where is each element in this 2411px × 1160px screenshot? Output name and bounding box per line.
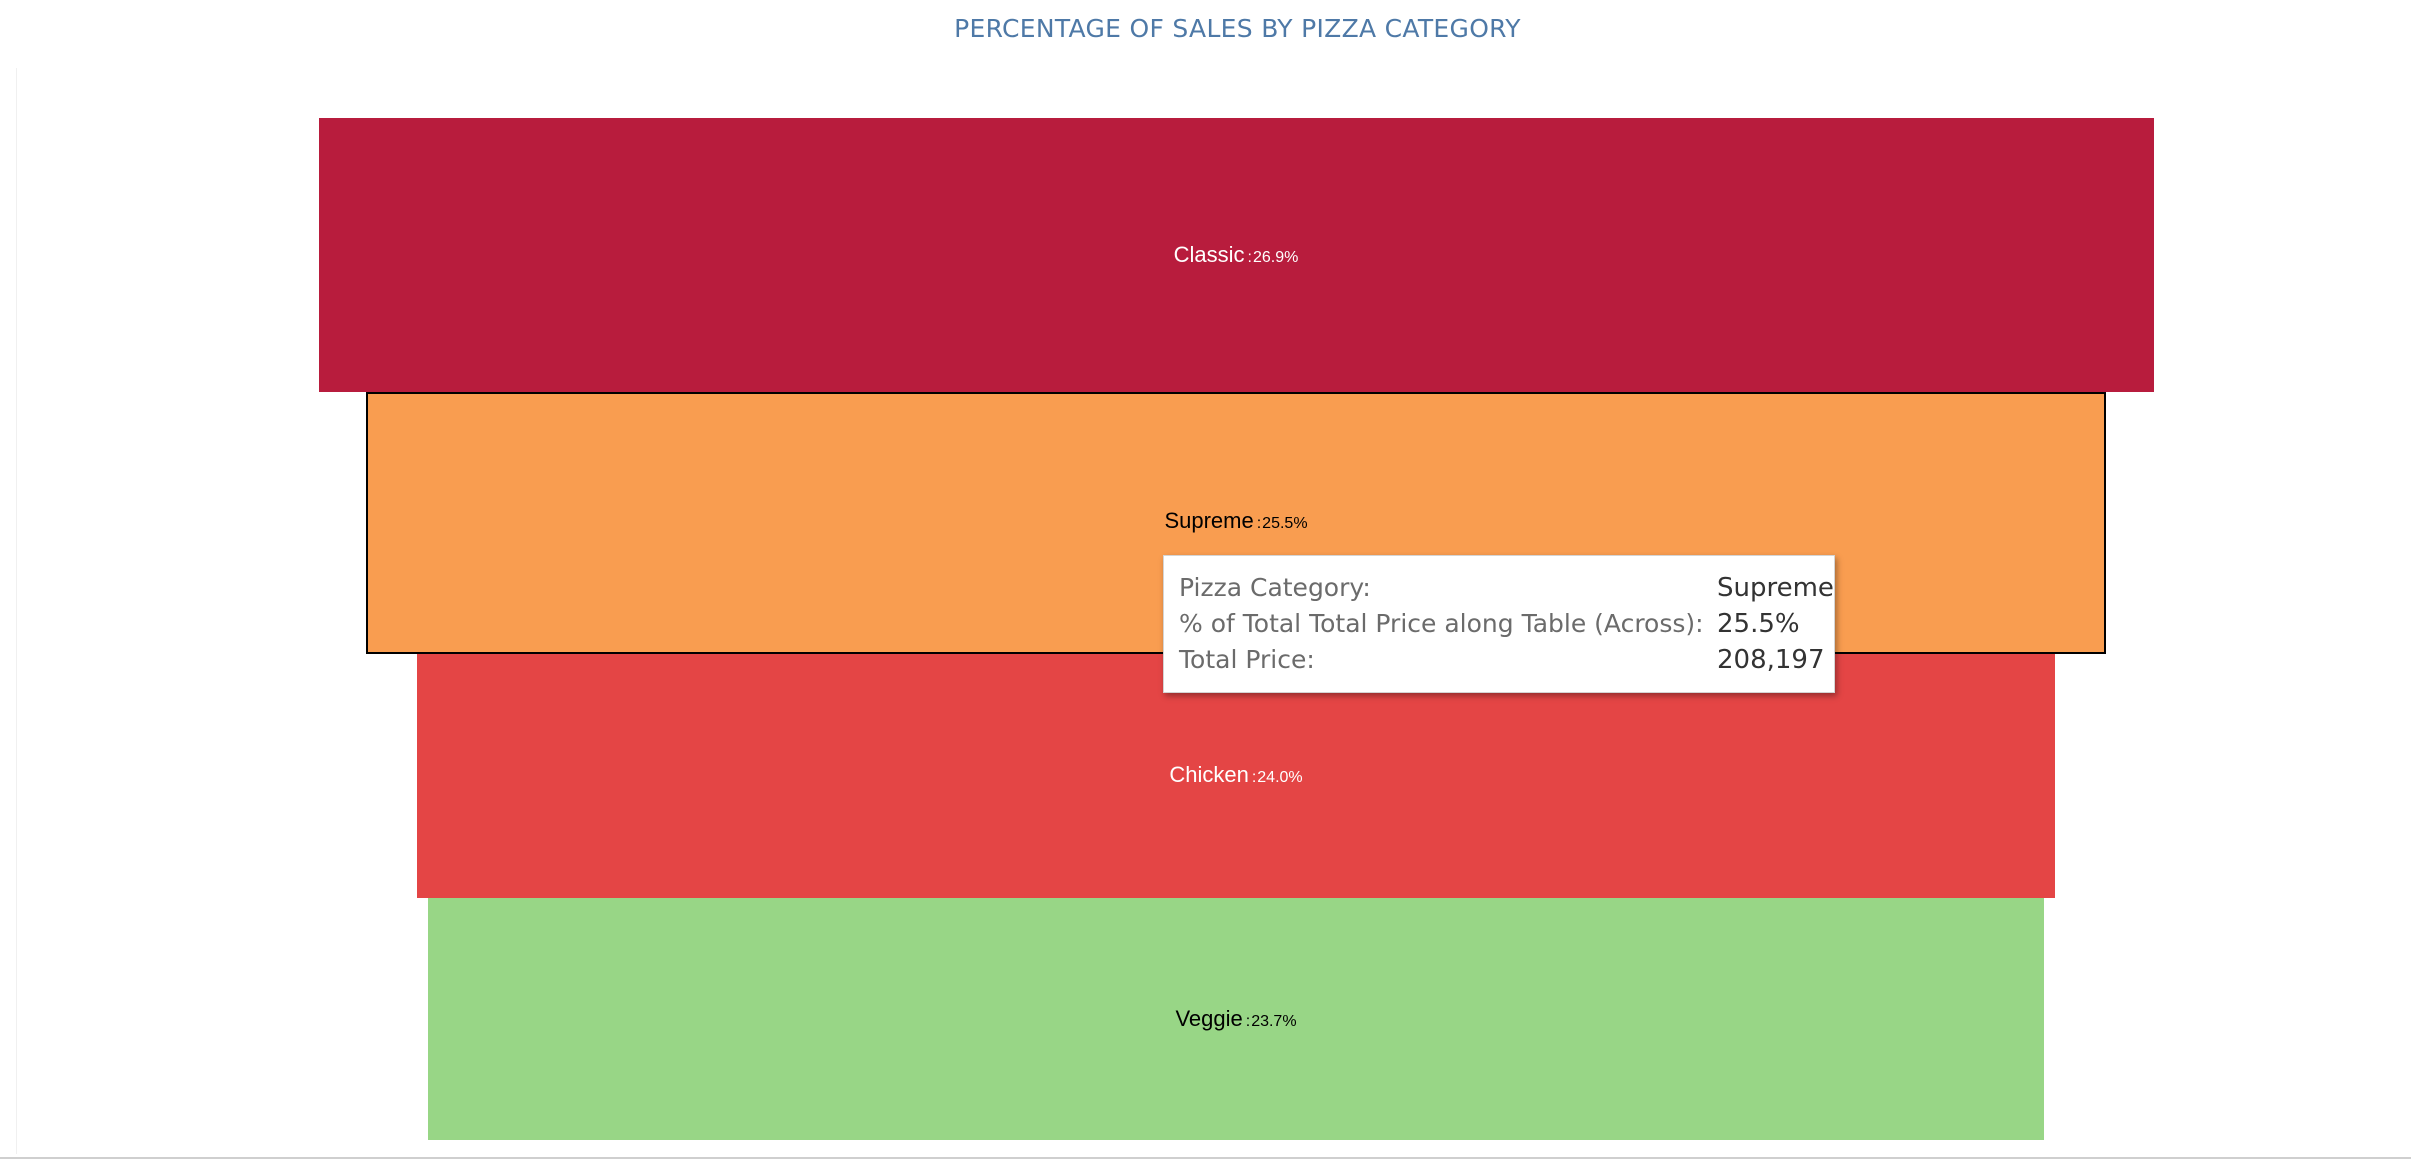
tooltip-value: Supreme xyxy=(1717,573,1834,603)
label-separator: : xyxy=(1247,249,1252,266)
chart-title: PERCENTAGE OF SALES BY PIZZA CATEGORY xyxy=(954,14,1521,43)
tooltip-key: % of Total Total Price along Table (Acro… xyxy=(1179,609,1704,638)
bar-label-chicken: Chicken:24.0% xyxy=(1169,762,1302,788)
label-separator: : xyxy=(1256,515,1262,532)
label-separator: : xyxy=(1245,1013,1251,1030)
frame-divider xyxy=(16,68,17,1154)
frame-bottom-divider xyxy=(0,1157,2411,1159)
tooltip-key: Total Price: xyxy=(1179,645,1315,674)
tooltip-row-category: Pizza Category: Supreme xyxy=(1179,573,1834,609)
category-label: Classic xyxy=(1173,242,1245,267)
label-separator: : xyxy=(1251,769,1257,786)
bar-label-veggie: Veggie:23.7% xyxy=(1175,1006,1296,1032)
value-label: 26.9% xyxy=(1252,249,1299,266)
tooltip-row-total-price: Total Price: 208,197 xyxy=(1179,645,1829,681)
category-label: Supreme xyxy=(1164,508,1254,533)
tooltip: Pizza Category: Supreme % of Total Total… xyxy=(1163,555,1835,693)
category-label: Chicken xyxy=(1169,762,1249,787)
bar-label-classic: Classic:26.9% xyxy=(1174,242,1299,268)
tooltip-row-percent: % of Total Total Price along Table (Acro… xyxy=(1179,609,1829,645)
bar-label-supreme: Supreme:25.5% xyxy=(1164,508,1307,534)
value-label: 24.0% xyxy=(1257,769,1303,786)
value-label: 25.5% xyxy=(1262,515,1308,532)
value-label: 23.7% xyxy=(1251,1013,1297,1030)
funnel-chart: PERCENTAGE OF SALES BY PIZZA CATEGORY Cl… xyxy=(0,0,2411,1160)
tooltip-value: 208,197 xyxy=(1717,645,1825,675)
category-label: Veggie xyxy=(1175,1006,1243,1031)
tooltip-value: 25.5% xyxy=(1717,609,1800,639)
tooltip-key: Pizza Category: xyxy=(1179,573,1371,602)
